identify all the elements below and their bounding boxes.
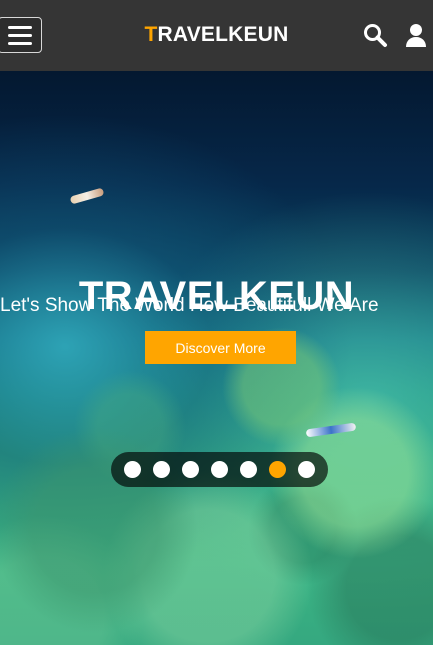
brand-first-letter: T (144, 23, 158, 46)
carousel-dot[interactable] (240, 461, 257, 478)
discover-more-button[interactable]: Discover More (145, 331, 296, 364)
carousel-indicators (111, 452, 328, 487)
carousel-dot[interactable] (182, 461, 199, 478)
search-icon (364, 24, 387, 47)
hero-subtitle: Let's Show The World How Beautifull We A… (0, 295, 379, 316)
carousel-dot[interactable] (153, 461, 170, 478)
search-button[interactable] (362, 22, 388, 48)
brand-rest: RAVELKEUN (157, 23, 289, 46)
hero-section: TRAVELKEUN Let's Show The World How Beau… (0, 71, 433, 645)
user-icon (406, 24, 426, 47)
carousel-dot[interactable] (298, 461, 315, 478)
carousel-dot-active[interactable] (269, 461, 286, 478)
carousel-dot[interactable] (211, 461, 228, 478)
page: TRAVELKEUN TRAVELKEUN Let's Show The Wor… (0, 0, 433, 645)
top-navigation-bar: TRAVELKEUN (0, 0, 433, 71)
carousel-dot[interactable] (124, 461, 141, 478)
user-button[interactable] (403, 22, 429, 48)
